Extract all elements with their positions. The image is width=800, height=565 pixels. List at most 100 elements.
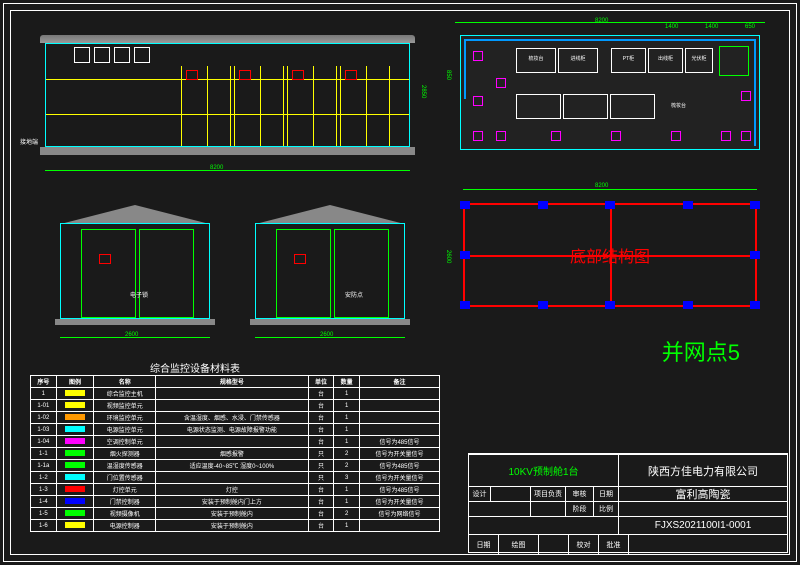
lbl-date: 日期 <box>594 487 619 501</box>
symbol-icon <box>65 522 85 528</box>
lbl-appr: 批准 <box>599 535 629 554</box>
foot-pad <box>683 301 693 309</box>
node-title: 并网点5 <box>662 335 740 367</box>
cabinet <box>516 94 561 119</box>
foot-pad <box>605 301 615 309</box>
cabin-body <box>45 43 410 147</box>
dim-line <box>463 189 757 190</box>
door <box>334 229 389 318</box>
material-table: 序号图例名称规格型号单位数量备注 1综合监控主机台11-01视频监控单元台11-… <box>30 375 440 532</box>
base <box>40 147 415 155</box>
sensor-icon <box>551 131 561 141</box>
symbol-icon <box>65 462 85 468</box>
cabinet: 进线柜 <box>558 48 598 73</box>
foot-pad <box>460 301 470 309</box>
foot-pad <box>460 251 470 259</box>
roof <box>40 35 415 43</box>
door <box>276 229 331 318</box>
label-dresser: 梳妆台 <box>671 102 686 109</box>
body <box>255 223 405 319</box>
cabinet: PT柜 <box>611 48 646 73</box>
table-row: 1-1a温湿度传感器适应温度-40~85℃ 湿度0~100%只2信号为485信号 <box>31 460 440 472</box>
sensor-icon <box>721 131 731 141</box>
base <box>55 319 215 325</box>
dim-line <box>455 22 765 23</box>
dim-plan-d: 850 <box>445 70 451 80</box>
sensor-icon <box>473 131 483 141</box>
col-header: 单位 <box>308 376 334 388</box>
table-row: 1-4门禁控制器安装于预制舱内门上方台1信号为开关量信号 <box>31 496 440 508</box>
symbol-icon <box>65 414 85 420</box>
dim-plan-s2: 1400 <box>705 24 718 30</box>
foot-pad <box>683 201 693 209</box>
sensor-icon <box>496 131 506 141</box>
symbol-icon <box>65 450 85 456</box>
lbl-design: 设计 <box>469 487 491 501</box>
company-name: 陕西方佳电力有限公司 <box>619 455 787 486</box>
sensor-icon <box>473 96 483 106</box>
foot-pad <box>750 301 760 309</box>
roof <box>52 205 218 223</box>
dim-plan-s3: 650 <box>745 24 755 30</box>
col-header: 名称 <box>94 376 156 388</box>
dim-line <box>60 337 210 338</box>
col-header: 序号 <box>31 376 57 388</box>
warning-sign <box>292 70 304 80</box>
table-row: 1-03电源监控单元电源状态监测、电源故障报警功能台1 <box>31 424 440 436</box>
leader-security: 安防点 <box>345 290 363 299</box>
sensor-icon <box>496 78 506 88</box>
warning-sign <box>99 254 111 264</box>
lbl-drawn: 绘图 <box>499 535 539 554</box>
cable-tray <box>464 39 466 99</box>
door <box>81 229 136 318</box>
symbol-icon <box>65 390 85 396</box>
lbl-stage: 阶段 <box>566 502 594 516</box>
dim-plan-s1: 1400 <box>665 24 678 30</box>
lbl-check: 校对 <box>569 535 599 554</box>
dim-bs-h: 2600 <box>445 250 451 263</box>
table-row: 1-5视频摄像机安装于预制舱内台2信号为网络信号 <box>31 508 440 520</box>
sensor-icon <box>671 131 681 141</box>
lbl-projmgr: 项目负责 <box>531 487 566 501</box>
table-row: 1-1烟火探测器烟感报警只2信号为开关量信号 <box>31 448 440 460</box>
window <box>114 47 130 63</box>
cabinet: 出线柜 <box>648 48 683 73</box>
window <box>74 47 90 63</box>
foot-pad <box>750 251 760 259</box>
sensor-icon <box>473 51 483 61</box>
dim-plan-w: 8200 <box>595 18 608 24</box>
title-block: 10KV预制舱1台 陕西方佳电力有限公司 设计 项目负责 审核 日期 富利高陶瓷… <box>468 453 788 553</box>
cable-tray <box>754 39 756 146</box>
symbol-icon <box>65 426 85 432</box>
lbl-scale: 比例 <box>594 502 619 516</box>
cabinet <box>563 94 608 119</box>
project-name: 富利高陶瓷 <box>619 487 787 501</box>
symbol-icon <box>65 486 85 492</box>
table-row: 1-02环境监控单元含温湿度、烟感、水浸、门禁传感器台1 <box>31 412 440 424</box>
table-row: 1-6电源控制器安装于预制舱内台1 <box>31 520 440 532</box>
ac-unit <box>719 46 749 76</box>
table-row: 1-01视频监控单元台1 <box>31 400 440 412</box>
sensor-icon <box>741 91 751 101</box>
foot-pad <box>538 201 548 209</box>
door <box>139 229 194 318</box>
lbl-review: 审核 <box>566 487 594 501</box>
symbol-icon <box>65 474 85 480</box>
val-design <box>491 487 531 501</box>
roof <box>247 205 413 223</box>
cabinet: 光伏柜 <box>685 48 713 73</box>
col-header: 规格型号 <box>156 376 308 388</box>
plan-outline: 梳妆台 进线柜 PT柜 出线柜 光伏柜 梳妆台 <box>460 35 760 150</box>
front-elevation <box>45 35 410 155</box>
leader-lock: 电子锁 <box>130 290 148 299</box>
sensor-icon <box>611 131 621 141</box>
sensor-icon <box>741 131 751 141</box>
base <box>250 319 410 325</box>
drawing-number: FJXS2021100I1-0001 <box>619 517 787 534</box>
table-title: 综合监控设备材料表 <box>150 360 240 375</box>
warning-sign <box>186 70 198 80</box>
symbol-icon <box>65 438 85 444</box>
lbl-date2: 日期 <box>469 535 499 554</box>
col-header: 图例 <box>56 376 94 388</box>
foot-pad <box>605 201 615 209</box>
